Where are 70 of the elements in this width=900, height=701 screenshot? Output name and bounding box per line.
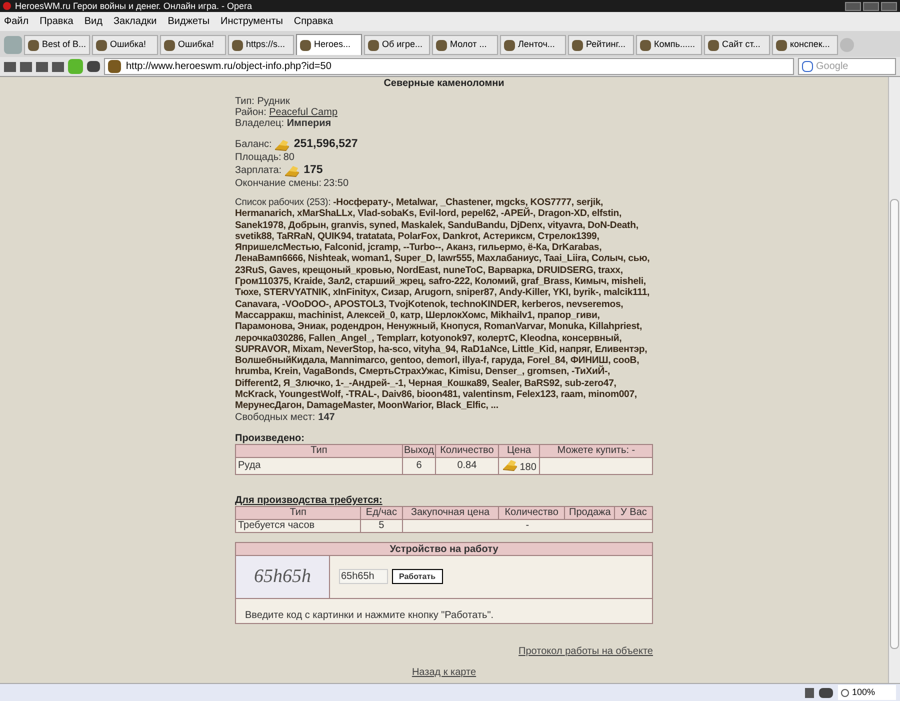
work-button[interactable]: Работать: [392, 569, 443, 584]
table-cell: Руда: [236, 457, 402, 474]
browser-tab[interactable]: Best of B...: [24, 35, 90, 55]
code-input[interactable]: 65h65h: [339, 569, 388, 584]
info-line: Район: Peaceful Camp: [235, 107, 339, 118]
browser-tab[interactable]: конспек...: [772, 35, 838, 55]
stat-value: 23:50: [324, 178, 349, 189]
menu-item[interactable]: Вид: [84, 14, 102, 29]
window-title: HeroesWM.ru Герои войны и денег. Онлайн игра. - Opera: [15, 0, 252, 12]
column-header: У Вас: [614, 506, 652, 520]
opera-logo-icon: [3, 2, 11, 10]
captcha-image: 65h65h: [236, 556, 330, 598]
stat-label: Окончание смены:: [235, 178, 322, 189]
menu-item[interactable]: Справка: [294, 14, 334, 29]
table-cell: 6: [402, 457, 436, 474]
column-header: Цена: [498, 444, 540, 458]
browser-tab[interactable]: Компь......: [636, 35, 702, 55]
worker-list: Список рабочих (253): -Носферату-, Metalwar, _Chastener, mgcks, KOS7777, serjik, Hermanarich, xMarShaLLx, Vlad-sobaKs, Evil-lord, pepel62, -АРЕЙ-, Dragon-XD, elfstin, Sanek1978, Добрын, granvis, syned, Maskalek, SanduBandu, DjDenx, vityavra, DoN-Death, svetik88, TaRRaN, QUIK94, tratatata, PolarFox, Dankrot, Астериксм, Стрелок1399, ЯпришелсМестью, Falconid, jcramp, --Turbo--, Аканз, гильермо, ё-Ка, DrKarabas, ЛенаВамп6666, Nishteak, woman1, Super_D, lawr555, Махлабаниус, Taai_Liira, Солыч, сью, 23RuS, Gaves, крещоный_кровью, NordEast, nuneToC, Варварка, DRUIDSERG, traxx, Гром110375, Kraide, Зал2, старший_жрец, safro-222, Коломий, graf_Brass, Кимыч, misheli, Тюхе, STERVYATNIK, xInFinityx, Сизар, Arugorn, sniper87, Andy-Killer, YKI, byrik-, malcik111, Canavara, -VOoDOO-, APOSTOL3, TvojKotenok, technoKINDER, kerberos, nevseremos, Массарракш, machinist, Алексей_0, катр, ШерлокХомс, Mikhailv1, прапор_гиви, Парамонова, Эниак, родендрон, Ненужный, Кнопуся, RomanVarvar, Monuka, Killahpriest, лерочка030286, Fallen_Angel_, Templarr, kotyonok97, колертС, Kleodna, консервный, SUPRAVOR, Mixam, NeverStop, ha-sco, vityha_94, RaD1aNce, Little_Kid, напряг, Еливентэр, ВолшебныйКидала, Mannimarco, gentoo, demorl, illya-f, гаруда, Forel_84, ФИНИШ, cooB, hrumba, Krein, VagaBonds, СмертьСтрахУжас, Kimisu, Denser_, gromsen, -ТиХиЙ-, Different2, Я_Злючко, 1-_-Андрей-_-1, Черная_Кошка89, Sealer, BaRS92, sub-zero47, McKrack, YoungestWolf, -TRAL-, Daiv86, bioon481, valentinsm, Felex123, raam, minom007, МерунесДагон, DamageMaster, MoonWarior, Black_Elfic, ...: [235, 197, 653, 412]
coins-icon: [284, 164, 300, 176]
stat-value: 175: [304, 165, 323, 176]
column-header: Ед/час: [360, 506, 402, 520]
browser-tab[interactable]: Ошибка!: [92, 35, 158, 55]
column-header: Закупочная цена: [402, 506, 498, 520]
zoom-control[interactable]: 100%: [838, 685, 896, 700]
table-cell: 5: [360, 519, 402, 532]
column-header: Количество: [436, 444, 498, 458]
browser-tab[interactable]: Об игре...: [364, 35, 430, 55]
browser-tab[interactable]: https://s...: [228, 35, 294, 55]
log-link[interactable]: Протокол работы на объекте: [518, 646, 653, 657]
coins-icon: [502, 458, 518, 471]
stat-label: Зарплата:: [235, 165, 282, 176]
menu-item[interactable]: Правка: [40, 14, 74, 29]
coins-icon: [274, 138, 290, 150]
menu-item[interactable]: Закладки: [113, 14, 157, 29]
page-title: Северные каменоломни: [382, 78, 506, 89]
column-header: Продажа: [564, 506, 615, 520]
panel-heading: Устройство на работу: [236, 542, 652, 556]
column-header: Количество: [498, 506, 565, 520]
table-cell: Требуется часов: [236, 519, 361, 532]
menu-item[interactable]: Инструменты: [220, 14, 283, 29]
scrollbar-thumb[interactable]: [890, 199, 899, 649]
browser-tab[interactable]: Heroes...: [296, 34, 362, 55]
free-slots-label: Свободных мест:: [235, 412, 316, 423]
stat-value: 80: [283, 152, 294, 163]
section-heading: Для производства требуется:: [235, 494, 384, 506]
district-link[interactable]: Peaceful Camp: [269, 107, 338, 118]
back-to-map-link[interactable]: Назад к карте: [412, 666, 476, 678]
browser-tab[interactable]: Рейтинг...: [568, 35, 634, 55]
info-line: Тип: Рудник: [235, 96, 291, 107]
table-cell: 0.84: [436, 457, 498, 474]
browser-tab[interactable]: Молот ...: [432, 35, 498, 55]
stat-label: Баланс:: [235, 139, 272, 150]
browser-tab[interactable]: Ленточ...: [500, 35, 566, 55]
free-slots-value: 147: [318, 412, 335, 423]
browser-tab[interactable]: Ошибка!: [160, 35, 226, 55]
column-header: Тип: [236, 506, 361, 520]
hint-text: Введите код с картинки и нажмите кнопку "Работать".: [244, 608, 495, 623]
table-cell: -: [402, 519, 652, 532]
column-header: Тип: [236, 444, 402, 458]
stat-label: Площадь:: [235, 152, 282, 163]
browser-tab[interactable]: Сайт ст...: [704, 35, 770, 55]
menu-item[interactable]: Файл: [4, 14, 29, 29]
info-line: Владелец: Империя: [235, 118, 332, 129]
menu-item[interactable]: Виджеты: [168, 14, 210, 29]
address-field[interactable]: http://www.heroeswm.ru/object-info.php?id=50: [104, 58, 794, 75]
column-header: Можете купить: -: [540, 444, 652, 458]
column-header: Выход: [402, 444, 436, 458]
stat-value: 251,596,527: [294, 139, 358, 150]
table-cell: 180: [498, 457, 540, 474]
section-heading: Произведено:: [235, 432, 306, 444]
